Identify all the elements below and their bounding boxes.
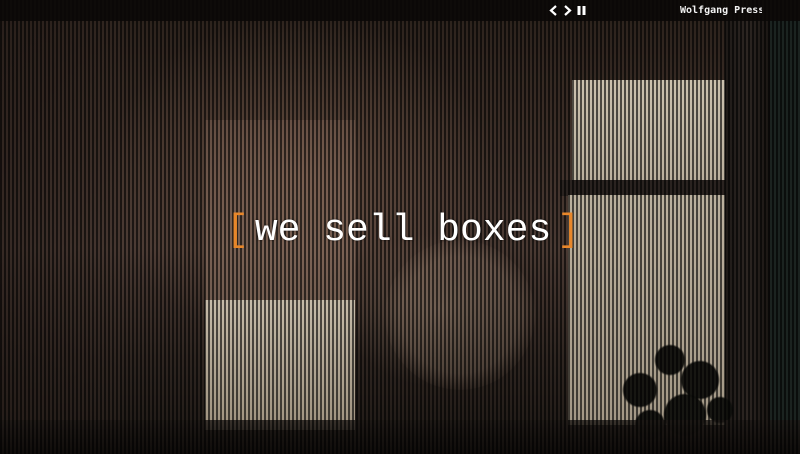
background-edge <box>770 20 800 454</box>
slideshow-controls <box>548 3 587 18</box>
hero-tagline: [ we sell boxes ] <box>226 208 580 254</box>
lens-flare <box>385 240 535 390</box>
brand-link[interactable]: Wolfgang Press <box>680 3 762 18</box>
background-window-right-upper <box>572 80 732 180</box>
chevron-left-icon[interactable] <box>548 3 559 18</box>
hero-slideshow: Wolfgang Press [ we sell boxes ] <box>0 0 800 454</box>
background-floor <box>0 420 800 454</box>
background-window-left <box>205 300 355 430</box>
background-wall <box>0 20 120 454</box>
tagline-text: we sell boxes <box>254 209 552 252</box>
background-window-frame <box>560 180 740 196</box>
top-bar: Wolfgang Press <box>0 0 800 21</box>
pause-icon[interactable] <box>576 3 587 18</box>
tagline-bracket-close: ] <box>557 209 581 252</box>
chevron-right-icon[interactable] <box>562 3 573 18</box>
tagline-bracket-open: [ <box>226 209 249 252</box>
